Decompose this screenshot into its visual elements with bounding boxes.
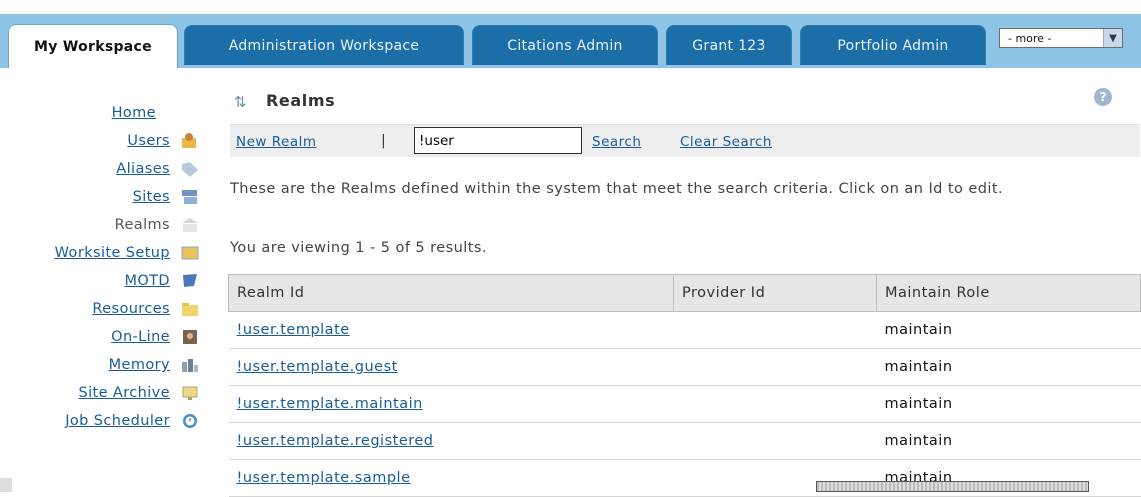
person-icon [180,328,200,346]
maintain-role-cell: maintain [876,422,1141,460]
nav-item-worksite-setup[interactable]: Worksite Setup [55,242,200,264]
nav-item-users[interactable]: Users [127,130,200,152]
worksite-icon [180,244,200,262]
nav-item-motd[interactable]: MOTD [124,270,200,292]
more-select-value: - more - [1008,31,1052,45]
sites-icon [180,188,200,206]
table-row: !user.template.maintain maintain [228,385,1141,423]
folder-icon [180,300,200,318]
help-icon[interactable]: ? [1094,88,1112,106]
nav-item-on-line[interactable]: On-Line [111,326,200,348]
nav-item-label: Realms [114,217,170,233]
new-realm-link[interactable]: New Realm [236,134,317,150]
realms-table: Realm Id Provider Id Maintain Role !user… [228,274,1141,497]
nav-item-label: Sites [132,189,170,205]
maintain-role-cell: maintain [876,348,1141,386]
nav-item-memory[interactable]: Memory [109,354,200,376]
clock-icon [180,412,200,430]
table-row: !user.template maintain [228,311,1141,349]
nav-item-aliases[interactable]: Aliases [116,158,200,180]
provider-id-cell [673,385,877,423]
nav-item-sites[interactable]: Sites [133,186,200,208]
overlay-strip [816,481,1089,492]
nav-item-label: Home [111,105,156,121]
maintain-role-cell: maintain [876,311,1141,349]
scroll-edge [0,478,12,492]
clear-search-link[interactable]: Clear Search [680,134,772,150]
tab-administration-workspace[interactable]: Administration Workspace [184,25,464,65]
site-tab-bar: My Workspace Administration Workspace Ci… [0,0,1141,68]
nav-item-label: Worksite Setup [54,245,170,261]
column-header-provider-id[interactable]: Provider Id [673,274,877,312]
nav-item-site-archive[interactable]: Site Archive [78,382,200,404]
nav-item-home[interactable]: Home [112,102,166,124]
column-header-maintain-role[interactable]: Maintain Role [876,274,1141,312]
tab-portfolio-admin[interactable]: Portfolio Admin [800,25,986,65]
table-row: !user.template.guest maintain [228,348,1141,386]
provider-id-cell [673,311,877,349]
more-sites-select[interactable]: - more - ▼ [999,28,1123,48]
results-count: You are viewing 1 - 5 of 5 results. [230,240,487,256]
nav-item-label: Resources [92,301,170,317]
nav-item-label: Memory [108,357,170,373]
reset-arrows-icon[interactable]: ⇅ [234,93,248,111]
tab-my-workspace[interactable]: My Workspace [8,24,178,68]
tool-title-bar: ⇅ Realms ? [228,88,1128,114]
column-header-realm-id[interactable]: Realm Id [228,274,674,312]
instructions-text: These are the Realms defined within the … [230,181,1004,197]
nav-item-label: Users [127,133,170,149]
realm-id-link[interactable]: !user.template.guest [237,359,398,375]
table-row: !user.template.registered maintain [228,422,1141,460]
maintain-role-cell: maintain [876,385,1141,423]
search-input[interactable] [414,127,582,154]
tab-grant-123[interactable]: Grant 123 [666,25,792,65]
nav-item-resources[interactable]: Resources [92,298,200,320]
nav-item-label: Aliases [116,161,170,177]
memory-icon [180,356,200,374]
tag-icon [180,160,200,178]
table-header-row: Realm Id Provider Id Maintain Role [228,274,1141,312]
tab-citations-admin[interactable]: Citations Admin [472,25,658,65]
flag-icon [180,272,200,290]
realm-id-link[interactable]: !user.template.maintain [237,396,423,412]
nav-item-job-scheduler[interactable]: Job Scheduler [65,410,200,432]
nav-item-label: Job Scheduler [65,413,170,429]
realm-id-link[interactable]: !user.template [237,322,350,338]
nav-item-realms[interactable]: Realms [115,214,200,236]
chevron-down-icon[interactable]: ▼ [1103,29,1122,47]
nav-item-label: On-Line [111,329,170,345]
realm-id-link[interactable]: !user.template.sample [237,470,411,486]
realm-toolbar: New Realm | Search Clear Search [230,124,1140,157]
search-link[interactable]: Search [592,134,641,150]
page-title: Realms [266,91,336,110]
provider-id-cell [673,422,877,460]
nav-item-label: Site Archive [78,385,170,401]
users-icon [180,132,200,150]
archive-icon [180,384,200,402]
toolbar-separator: | [381,133,386,149]
realm-id-link[interactable]: !user.template.registered [237,433,434,449]
nav-item-label: MOTD [124,273,170,289]
realms-icon [180,216,200,234]
provider-id-cell [673,348,877,386]
